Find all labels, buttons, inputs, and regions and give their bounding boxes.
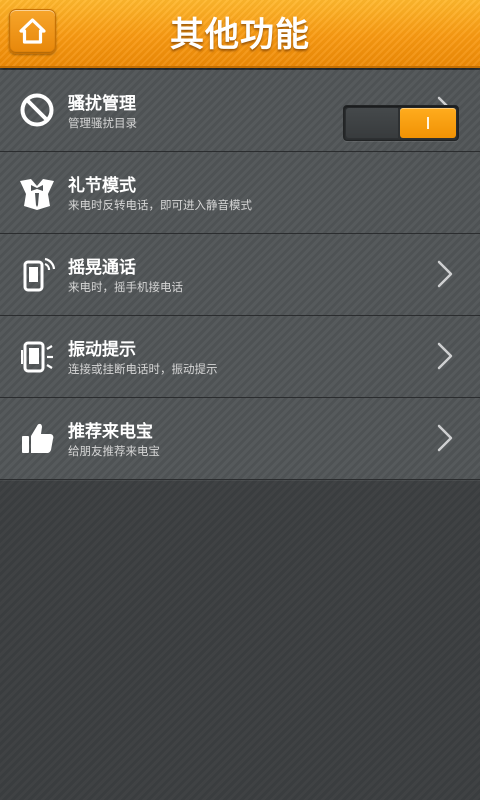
- etiquette-mode-toggle[interactable]: [343, 105, 459, 141]
- tuxedo-icon: [20, 179, 54, 210]
- vibrate-phone-icon: [21, 341, 53, 373]
- toggle-grip: [427, 117, 429, 129]
- list-item-vibration-alert[interactable]: 振动提示 连接或挂断电话时，振动提示: [0, 316, 480, 398]
- thumbs-up-icon: [22, 423, 54, 453]
- item-subtitle: 来电时反转电话，即可进入静音模式: [68, 198, 252, 212]
- block-icon: [20, 93, 54, 127]
- item-subtitle: 给朋友推荐来电宝: [68, 444, 160, 458]
- shake-phone-icon: [23, 257, 56, 292]
- toggle-off-track: [346, 108, 398, 138]
- item-title: 礼节模式: [68, 176, 136, 196]
- item-subtitle: 管理骚扰目录: [68, 116, 137, 130]
- toggle-knob[interactable]: [400, 108, 456, 138]
- item-subtitle: 来电时，摇手机接电话: [68, 280, 183, 294]
- item-title: 骚扰管理: [68, 94, 136, 114]
- list-item-recommend-app[interactable]: 推荐来电宝 给朋友推荐来电宝: [0, 398, 480, 480]
- item-title: 摇晃通话: [68, 258, 136, 278]
- list-item-etiquette-mode: 礼节模式 来电时反转电话，即可进入静音模式: [0, 152, 480, 234]
- chevron-right-icon: [437, 342, 453, 370]
- list-item-shake-to-answer[interactable]: 摇晃通话 来电时，摇手机接电话: [0, 234, 480, 316]
- item-subtitle: 连接或挂断电话时，振动提示: [68, 362, 218, 376]
- empty-background: [0, 480, 480, 800]
- chevron-right-icon: [437, 424, 453, 452]
- item-title: 推荐来电宝: [68, 422, 153, 442]
- item-title: 振动提示: [68, 340, 136, 360]
- screen: 其他功能 骚扰管理 管理骚扰目录 礼节模式 来电时反转电话，即可进入静音模式 摇…: [0, 0, 480, 800]
- header-bar: 其他功能: [0, 0, 480, 68]
- chevron-right-icon: [437, 260, 453, 288]
- page-title: 其他功能: [170, 15, 310, 55]
